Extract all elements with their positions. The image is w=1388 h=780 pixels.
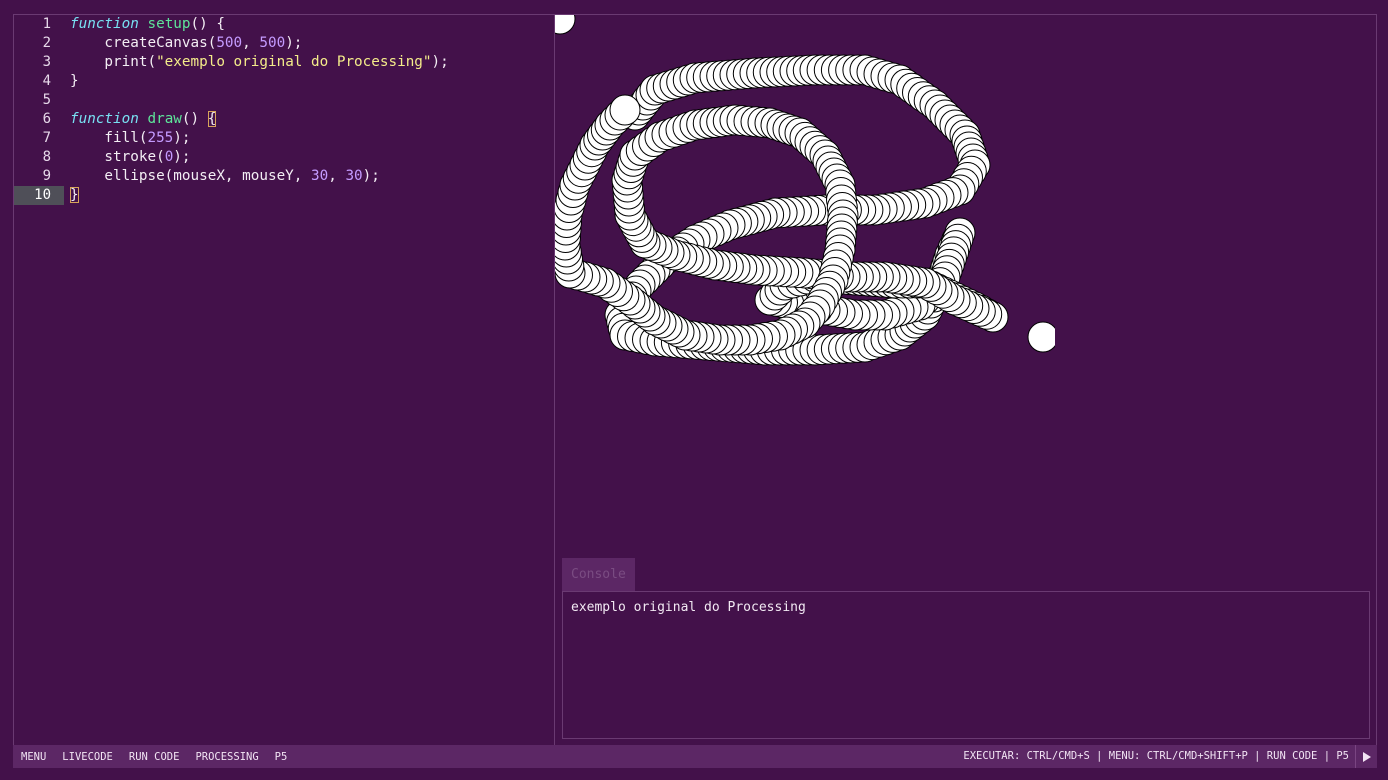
code-token: , bbox=[242, 35, 260, 51]
line-number: 4 bbox=[42, 73, 51, 89]
code-token-num: 30 bbox=[311, 168, 329, 184]
code-line[interactable]: 6 function draw() { bbox=[14, 110, 554, 129]
sketch-canvas-container[interactable] bbox=[555, 15, 1055, 515]
processing-button[interactable]: PROCESSING bbox=[195, 751, 258, 763]
code-line[interactable]: 7 fill(255); bbox=[14, 129, 554, 148]
sketch-ellipse bbox=[609, 94, 641, 126]
console-output: exemplo original do Processing bbox=[571, 600, 806, 615]
code-text[interactable]: print("exemplo original do Processing"); bbox=[70, 53, 449, 72]
code-text[interactable]: stroke(0); bbox=[70, 148, 191, 167]
code-text[interactable]: } bbox=[70, 72, 79, 91]
code-token: fill( bbox=[70, 130, 148, 146]
livecode-button[interactable]: LIVECODE bbox=[62, 751, 113, 763]
code-token: , bbox=[328, 168, 346, 184]
sketch-canvas[interactable] bbox=[555, 15, 1055, 515]
code-text[interactable]: function draw() { bbox=[70, 110, 217, 129]
play-icon bbox=[1362, 751, 1371, 762]
code-token: ); bbox=[431, 54, 449, 70]
code-token-str: "exemplo original do Processing" bbox=[156, 54, 432, 70]
shortcut-hints: EXECUTAR: CTRL/CMD+S | MENU: CTRL/CMD+SH… bbox=[963, 750, 1349, 762]
pane-border bbox=[1376, 14, 1377, 745]
code-line[interactable]: 1 function setup() { bbox=[14, 15, 554, 34]
code-token-num: 0 bbox=[164, 149, 174, 165]
code-line[interactable]: 4} bbox=[14, 72, 554, 91]
code-line[interactable]: 10} bbox=[14, 186, 554, 205]
code-line[interactable]: 3 print("exemplo original do Processing"… bbox=[14, 53, 554, 72]
code-token: createCanvas( bbox=[70, 35, 217, 51]
line-number: 10 bbox=[14, 186, 64, 205]
line-number: 8 bbox=[42, 149, 51, 165]
run-code-button[interactable]: RUN CODE bbox=[129, 751, 180, 763]
code-token: ); bbox=[173, 130, 191, 146]
line-number: 5 bbox=[42, 92, 51, 108]
code-token: () { bbox=[190, 16, 225, 32]
code-token: print( bbox=[70, 54, 157, 70]
code-text[interactable]: createCanvas(500, 500); bbox=[70, 34, 302, 53]
code-token: ellipse(mouseX, mouseY, bbox=[70, 168, 312, 184]
code-text[interactable]: } bbox=[70, 186, 79, 205]
status-bar: MENU LIVECODE RUN CODE PROCESSING P5 EXE… bbox=[13, 745, 1377, 768]
code-token-kw: function bbox=[70, 16, 139, 32]
line-number: 3 bbox=[42, 54, 51, 70]
code-token: } bbox=[70, 73, 79, 89]
menu-button[interactable]: MENU bbox=[21, 751, 46, 763]
line-number: 7 bbox=[42, 130, 51, 146]
line-number: 2 bbox=[42, 35, 51, 51]
console-tab[interactable]: Console bbox=[562, 558, 635, 591]
code-token: ); bbox=[285, 35, 303, 51]
app-window: 1 function setup() {2 createCanvas(500, 5… bbox=[0, 0, 1388, 780]
code-text[interactable]: ellipse(mouseX, mouseY, 30, 30); bbox=[70, 167, 380, 186]
code-token-num: 500 bbox=[259, 35, 286, 51]
sketch-ellipse bbox=[1027, 321, 1055, 353]
code-token: () bbox=[181, 111, 208, 127]
code-token-kw: function bbox=[70, 111, 139, 127]
code-line[interactable]: 8 stroke(0); bbox=[14, 148, 554, 167]
line-number: 6 bbox=[42, 111, 51, 127]
p5-button[interactable]: P5 bbox=[275, 751, 288, 763]
line-number: 9 bbox=[42, 168, 51, 184]
code-token-fn: draw bbox=[147, 111, 182, 127]
code-token-num: 30 bbox=[345, 168, 363, 184]
code-text[interactable]: fill(255); bbox=[70, 129, 191, 148]
code-token: stroke( bbox=[70, 149, 165, 165]
code-line[interactable]: 5 bbox=[14, 91, 554, 110]
code-token-num: 500 bbox=[216, 35, 243, 51]
code-token-bracket: { bbox=[207, 111, 217, 127]
line-number: 1 bbox=[42, 16, 51, 32]
code-editor[interactable]: 1 function setup() {2 createCanvas(500, 5… bbox=[13, 14, 555, 745]
code-token-num: 255 bbox=[147, 130, 174, 146]
console-panel: exemplo original do Processing bbox=[562, 591, 1370, 739]
code-token-fn: setup bbox=[147, 16, 191, 32]
run-button[interactable] bbox=[1355, 745, 1377, 768]
code-token: ); bbox=[362, 168, 380, 184]
code-token-bracket: } bbox=[70, 187, 79, 203]
code-token: ); bbox=[173, 149, 191, 165]
code-text[interactable]: function setup() { bbox=[70, 15, 225, 34]
code-line[interactable]: 2 createCanvas(500, 500); bbox=[14, 34, 554, 53]
code-line[interactable]: 9 ellipse(mouseX, mouseY, 30, 30); bbox=[14, 167, 554, 186]
